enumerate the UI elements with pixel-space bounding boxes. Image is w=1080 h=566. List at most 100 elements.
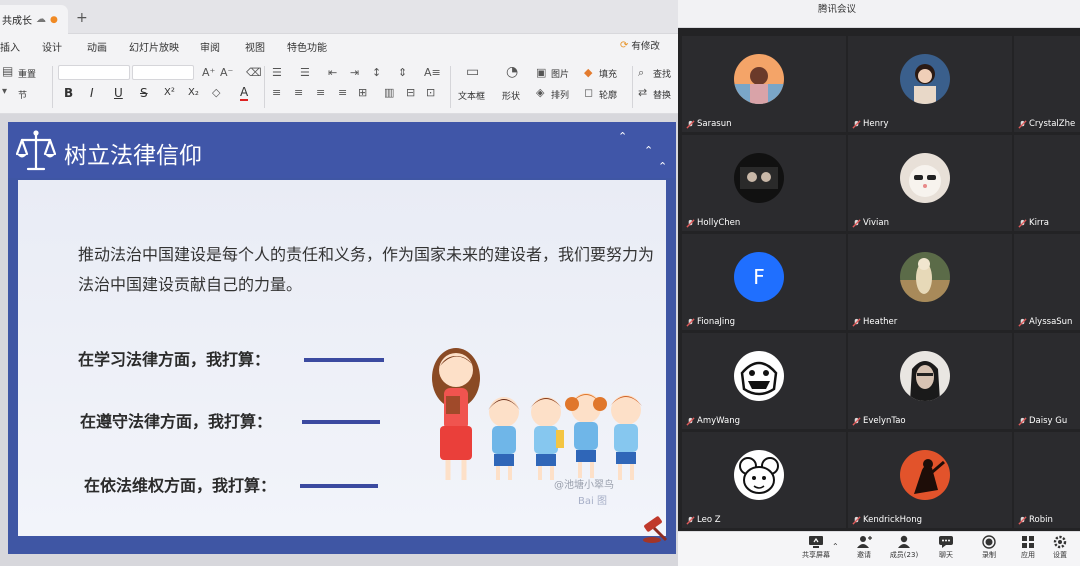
find-button[interactable]: 查找 xyxy=(653,67,671,80)
replace-button[interactable]: 替换 xyxy=(653,88,671,101)
participant-avatar xyxy=(734,450,784,500)
revisions-button[interactable]: ⟳ 有修改 xyxy=(620,38,660,53)
italic-button[interactable]: I xyxy=(90,86,94,100)
participant-tile[interactable]: Kirra xyxy=(1014,135,1080,231)
font-size-select[interactable] xyxy=(132,65,194,80)
new-tab-button[interactable]: + xyxy=(76,10,88,26)
participant-tile[interactable]: Daisy Gu xyxy=(1014,333,1080,429)
participant-tile[interactable]: Robin xyxy=(1014,432,1080,528)
bullet-list-icon[interactable]: ☰ xyxy=(272,66,282,79)
text-box-icon[interactable]: ▭ xyxy=(466,64,479,80)
align-right-icon[interactable]: ≡ xyxy=(316,86,325,99)
font-family-select[interactable] xyxy=(58,65,130,80)
distribute-icon[interactable]: ⊞ xyxy=(358,86,367,99)
mic-muted-icon xyxy=(1018,119,1027,129)
align-center-icon[interactable]: ≡ xyxy=(294,86,303,99)
document-tab[interactable]: 共成长 ☁ ● xyxy=(0,5,68,34)
justify-icon[interactable]: ≡ xyxy=(338,86,347,99)
participant-name: Vivian xyxy=(852,218,889,228)
chat-icon xyxy=(939,536,953,548)
align-left-icon[interactable]: ≡ xyxy=(272,86,281,99)
participant-tile[interactable]: AmyWang xyxy=(682,333,846,429)
mic-muted-icon xyxy=(852,119,861,129)
mic-muted-icon xyxy=(686,218,695,228)
increase-font-icon[interactable]: A⁺ xyxy=(202,66,215,79)
members-button[interactable]: 成员(23) xyxy=(884,535,924,560)
participant-tile[interactable]: F FionaJing xyxy=(682,234,846,330)
menu-insert[interactable]: 插入 xyxy=(0,39,20,54)
participant-tile[interactable]: EvelynTao xyxy=(848,333,1012,429)
gear-icon xyxy=(1053,535,1067,549)
outdent-icon[interactable]: ⇤ xyxy=(328,66,337,79)
strikethrough-button[interactable]: S xyxy=(140,86,148,100)
arrange-button[interactable]: 排列 xyxy=(551,88,569,101)
answer-blank-line xyxy=(300,484,378,488)
text-direction-icon[interactable]: ⇕ xyxy=(398,66,407,79)
picture-button[interactable]: 图片 xyxy=(551,67,569,80)
participant-tile[interactable]: Sarasun xyxy=(682,36,846,132)
settings-button[interactable]: 设置 xyxy=(1040,535,1080,560)
bold-button[interactable]: B xyxy=(64,86,73,100)
menu-slideshow[interactable]: 幻灯片放映 xyxy=(129,39,179,54)
toolbar-divider xyxy=(632,66,633,108)
line-spacing-icon[interactable]: ↕ xyxy=(372,66,381,79)
subscript-button[interactable]: X₂ xyxy=(188,87,199,98)
participant-avatar xyxy=(900,252,950,302)
participant-name: AmyWang xyxy=(686,416,740,426)
numbered-list-icon[interactable]: ☰ xyxy=(300,66,310,79)
members-icon xyxy=(898,535,910,548)
reset-button[interactable]: 重置 xyxy=(18,67,36,80)
section-button[interactable]: 节 xyxy=(18,88,27,101)
shape-icon[interactable]: ◔ xyxy=(506,64,518,80)
toolbar-divider xyxy=(52,66,53,108)
outline-button[interactable]: 轮廓 xyxy=(599,88,617,101)
superscript-button[interactable]: X² xyxy=(164,87,175,98)
font-color-button[interactable]: A xyxy=(240,85,249,101)
participant-name: Daisy Gu xyxy=(1018,416,1067,426)
decrease-font-icon[interactable]: A⁻ xyxy=(220,66,233,79)
menu-view[interactable]: 视图 xyxy=(245,39,265,54)
share-screen-button[interactable]: 共享屏幕 xyxy=(796,535,836,560)
ribbon-menubar: 插入 设计 动画 幻灯片放映 审阅 视图 特色功能 ⟳ 有修改 xyxy=(0,34,678,58)
plan-study-law: 在学习法律方面，我打算： xyxy=(78,350,271,369)
columns-icon[interactable]: ▥ xyxy=(384,86,394,99)
text-box-button[interactable]: 文本框 xyxy=(458,89,485,102)
participant-tile[interactable]: Vivian xyxy=(848,135,1012,231)
record-button[interactable]: 录制 xyxy=(969,535,1009,560)
mic-muted-icon xyxy=(1018,515,1027,525)
text-options-icon[interactable]: ⊡ xyxy=(426,86,435,99)
indent-icon[interactable]: ⇥ xyxy=(350,66,359,79)
clear-format-icon[interactable]: ⌫ xyxy=(246,66,262,79)
participant-tile[interactable]: Heather xyxy=(848,234,1012,330)
participant-tile[interactable]: KendrickHong xyxy=(848,432,1012,528)
invite-button[interactable]: 邀请 xyxy=(844,535,884,560)
mic-muted-icon xyxy=(852,317,861,327)
share-options-chevron-icon[interactable]: ⌃ xyxy=(832,542,839,551)
participant-tile[interactable]: HollyChen xyxy=(682,135,846,231)
shape-button[interactable]: 形状 xyxy=(502,89,520,102)
text-effect-icon[interactable]: ◇ xyxy=(212,86,220,99)
menu-design[interactable]: 设计 xyxy=(42,39,62,54)
text-fit-icon[interactable]: A≡ xyxy=(424,66,441,79)
participant-tile[interactable]: Leo Z xyxy=(682,432,846,528)
menu-review[interactable]: 审阅 xyxy=(200,39,220,54)
slide-header: 树立法律信仰 ⌃ ⌃ ⌃ xyxy=(8,122,676,178)
bird-icon: ⌃ xyxy=(658,160,668,173)
menu-special-features[interactable]: 特色功能 xyxy=(287,39,327,54)
underline-button[interactable]: U xyxy=(114,86,123,100)
participant-avatar xyxy=(734,54,784,104)
menu-animation[interactable]: 动画 xyxy=(87,39,107,54)
participant-tile[interactable]: CrystalZhe xyxy=(1014,36,1080,132)
participant-tile[interactable]: AlyssaSun xyxy=(1014,234,1080,330)
participant-avatar xyxy=(900,450,950,500)
participant-name: CrystalZhe xyxy=(1018,119,1075,129)
video-meeting-window: 腾讯会议 Sarasun Henry CrystalZhe HollyChen … xyxy=(678,0,1080,566)
participant-tile[interactable]: Henry xyxy=(848,36,1012,132)
fill-button[interactable]: 填充 xyxy=(599,67,617,80)
slide-title: 树立法律信仰 xyxy=(64,143,202,169)
vertical-align-icon[interactable]: ⊟ xyxy=(406,86,415,99)
slide[interactable]: 树立法律信仰 ⌃ ⌃ ⌃ 推动法治中国建设是每个人的责任和义务，作为国家未来的建… xyxy=(8,122,676,554)
chat-button[interactable]: 聊天 xyxy=(926,535,966,560)
toolbar-divider xyxy=(264,66,265,108)
participant-grid: Sarasun Henry CrystalZhe HollyChen Vivia… xyxy=(682,36,1080,530)
